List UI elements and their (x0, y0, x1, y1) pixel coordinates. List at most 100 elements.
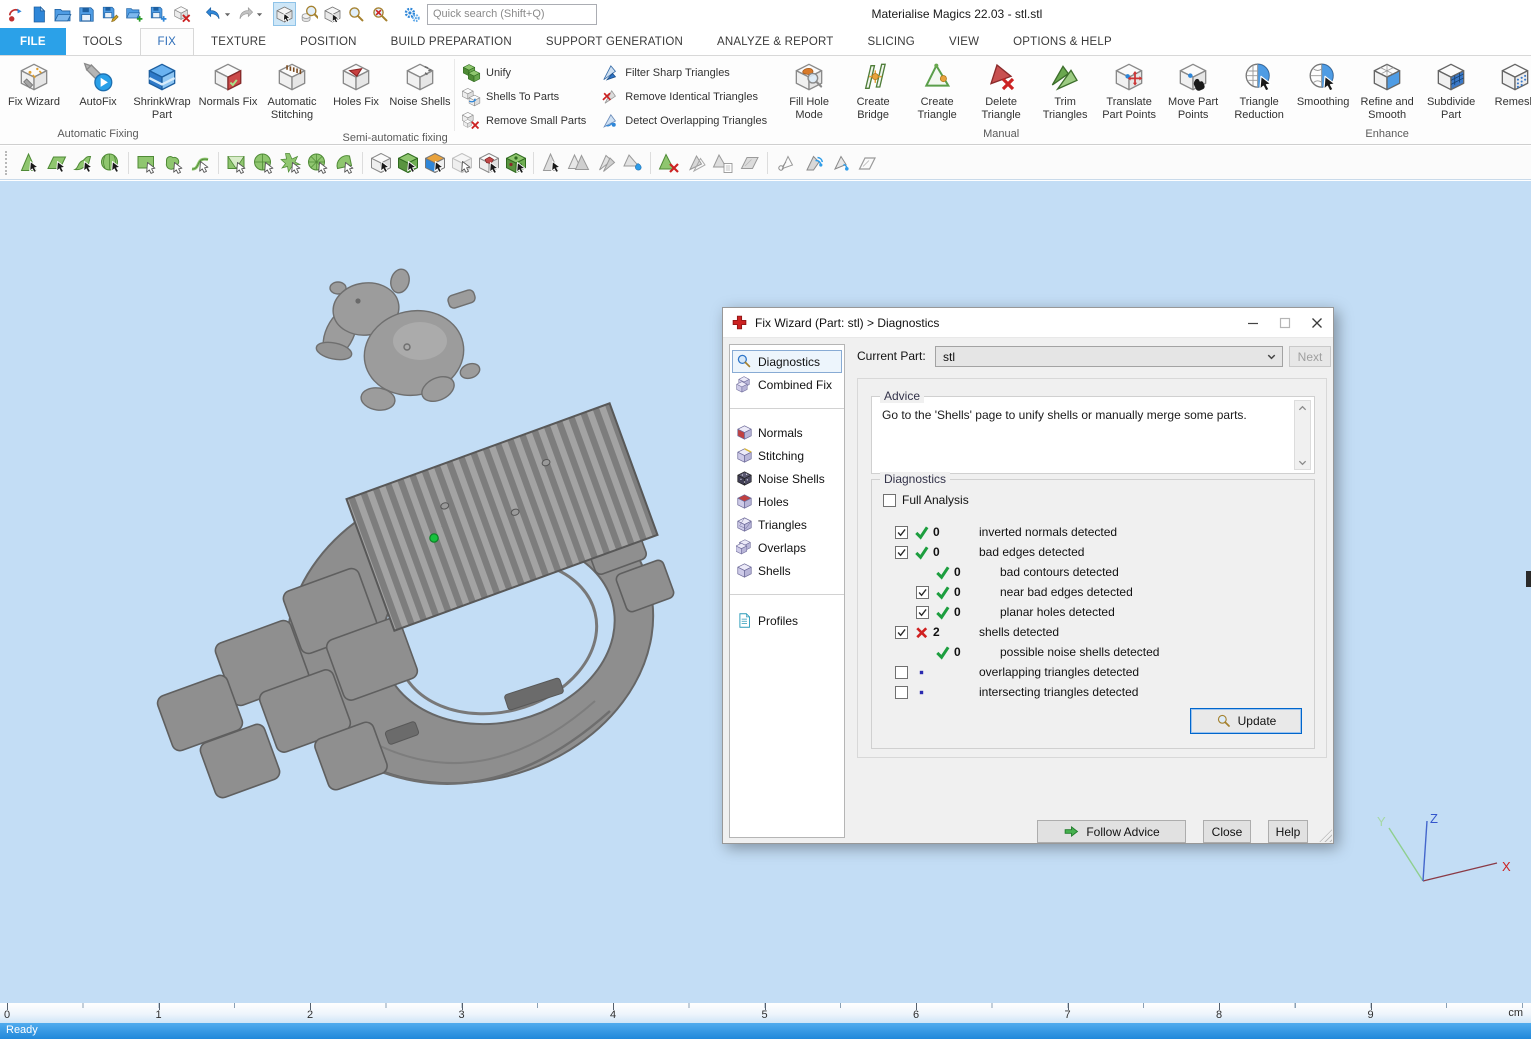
sidebar-item-combined-fix[interactable]: Combined Fix (732, 373, 842, 396)
ribbon-button-detect-overlapping-triangles[interactable]: Detect Overlapping Triangles (600, 111, 773, 131)
sidebar-item-holes[interactable]: Holes (732, 490, 842, 513)
zoom-selected-part-button[interactable] (297, 2, 320, 26)
sidebar-item-triangles[interactable]: Triangles (732, 513, 842, 536)
follow-advice-button[interactable]: Follow Advice (1037, 820, 1186, 843)
full-analysis-option[interactable]: Full Analysis (883, 493, 969, 507)
model-ring-part[interactable] (155, 403, 685, 821)
mark-polyline-button[interactable] (187, 149, 214, 177)
diagnostic-checkbox[interactable] (916, 606, 929, 619)
select-shell-marked-button[interactable] (475, 149, 502, 177)
select-marked-part-button[interactable] (394, 149, 421, 177)
plane-outline-tool-button[interactable] (853, 149, 880, 177)
select-triangles-button[interactable] (538, 149, 565, 177)
triangle-info-button[interactable] (799, 149, 826, 177)
ribbon-button-noise-shells[interactable]: Noise Shells (388, 59, 452, 111)
tab-file[interactable]: FILE (0, 28, 66, 55)
select-part-cursor-button[interactable] (367, 149, 394, 177)
settings-button[interactable] (400, 2, 423, 26)
mark-sector-button[interactable] (331, 149, 358, 177)
mark-circle-button[interactable] (250, 149, 277, 177)
tab-build-preparation[interactable]: BUILD PREPARATION (374, 28, 529, 55)
shrink-marked-button[interactable] (592, 149, 619, 177)
ribbon-button-holes-fix[interactable]: Holes Fix (324, 59, 388, 111)
sidebar-item-diagnostics[interactable]: Diagnostics (732, 350, 842, 373)
ribbon-button-triangle-reduction[interactable]: Triangle Reduction (1227, 59, 1291, 124)
mark-window-button[interactable] (223, 149, 250, 177)
close-dialog-button[interactable]: Close (1203, 820, 1251, 843)
diagnostic-checkbox[interactable] (895, 546, 908, 559)
magics-logo-button[interactable] (3, 2, 26, 26)
save-button[interactable] (75, 2, 98, 26)
ribbon-button-subdivide-part[interactable]: Subdivide Part (1419, 59, 1483, 124)
ribbon-button-trim-triangles[interactable]: Trim Triangles (1033, 59, 1097, 124)
mark-shell-button[interactable] (97, 149, 124, 177)
full-analysis-checkbox[interactable] (883, 494, 896, 507)
sidebar-item-profiles[interactable]: Profiles (732, 609, 842, 632)
import-part-button[interactable] (123, 2, 146, 26)
ribbon-button-remove-identical-triangles[interactable]: Remove Identical Triangles (600, 87, 773, 107)
save-as-button[interactable] (99, 2, 122, 26)
copy-marked-button[interactable] (709, 149, 736, 177)
toolbar-drag-handle[interactable] (5, 151, 11, 175)
ribbon-button-delete-triangle[interactable]: Delete Triangle (969, 59, 1033, 124)
ribbon-button-fill-hole-mode[interactable]: Fill Hole Mode (777, 59, 841, 124)
viewport[interactable]: X Y Z Fix Wizard (Part: stl) > Diagnosti… (0, 181, 1531, 1003)
smooth-marked-button[interactable] (619, 149, 646, 177)
ribbon-button-remove-small-parts[interactable]: Remove Small Parts (461, 111, 592, 131)
ribbon-button-create-bridge[interactable]: Create Bridge (841, 59, 905, 124)
resize-grip[interactable] (1319, 829, 1332, 842)
tab-view[interactable]: VIEW (932, 28, 996, 55)
next-button[interactable]: Next (1289, 346, 1331, 367)
quick-search-input[interactable] (427, 4, 597, 25)
remove-part-button[interactable] (171, 2, 194, 26)
diagnostic-checkbox[interactable] (895, 686, 908, 699)
ribbon-button-normals-fix[interactable]: Normals Fix (196, 59, 260, 111)
sidebar-item-overlaps[interactable]: Overlaps (732, 536, 842, 559)
mark-wheel-button[interactable] (304, 149, 331, 177)
update-button[interactable]: Update (1190, 708, 1302, 734)
sidebar-item-normals[interactable]: Normals (732, 421, 842, 444)
delete-marked-button[interactable] (655, 149, 682, 177)
ribbon-button-smoothing[interactable]: Smoothing (1291, 59, 1355, 111)
diagnostic-checkbox[interactable] (916, 586, 929, 599)
triangle-detail-button[interactable] (826, 149, 853, 177)
redo-button[interactable] (234, 2, 265, 26)
advice-scrollbar[interactable] (1294, 400, 1311, 470)
select-colored-part-button[interactable] (421, 149, 448, 177)
mark-freeform-button[interactable] (160, 149, 187, 177)
ribbon-button-translate-part-points[interactable]: Translate Part Points (1097, 59, 1161, 124)
mark-surface-button[interactable] (70, 149, 97, 177)
tab-slicing[interactable]: SLICING (851, 28, 932, 55)
ribbon-button-fix-wizard[interactable]: Fix Wizard (2, 59, 66, 111)
sidebar-item-shells[interactable]: Shells (732, 559, 842, 582)
dialog-title-bar[interactable]: Fix Wizard (Part: stl) > Diagnostics (723, 308, 1333, 338)
current-part-select[interactable]: stl (935, 346, 1283, 367)
diagnostic-checkbox[interactable] (895, 626, 908, 639)
new-file-button[interactable] (27, 2, 50, 26)
mark-rectangle-button[interactable] (133, 149, 160, 177)
select-shell-button[interactable] (321, 2, 344, 26)
model-figure-part[interactable] (315, 267, 482, 412)
ribbon-button-autofix[interactable]: AutoFix (66, 59, 130, 111)
marked-to-plane-button[interactable] (736, 149, 763, 177)
ribbon-button-filter-sharp-triangles[interactable]: Filter Sharp Triangles (600, 63, 773, 83)
expand-marked-button[interactable] (565, 149, 592, 177)
ribbon-button-unify[interactable]: Unify (461, 63, 592, 83)
tab-options-help[interactable]: OPTIONS & HELP (996, 28, 1129, 55)
invert-marked-button[interactable] (682, 149, 709, 177)
select-part-button[interactable] (273, 2, 296, 26)
ribbon-button-refine-and-smooth[interactable]: Refine and Smooth (1355, 59, 1419, 124)
tab-position[interactable]: POSITION (283, 28, 374, 55)
save-parts-button[interactable] (147, 2, 170, 26)
lasso-triangles-button[interactable] (772, 149, 799, 177)
deselect-part-button[interactable] (448, 149, 475, 177)
diagnostic-checkbox[interactable] (895, 526, 908, 539)
close-button[interactable] (1301, 308, 1333, 337)
mark-triangle-button[interactable] (16, 149, 43, 177)
ribbon-button-remesh[interactable]: Remesh (1483, 59, 1531, 111)
tab-analyze-report[interactable]: ANALYZE & REPORT (700, 28, 851, 55)
mark-star-button[interactable] (277, 149, 304, 177)
ribbon-button-move-part-points[interactable]: Move Part Points (1161, 59, 1225, 124)
sidebar-item-stitching[interactable]: Stitching (732, 444, 842, 467)
minimize-button[interactable] (1237, 308, 1269, 337)
